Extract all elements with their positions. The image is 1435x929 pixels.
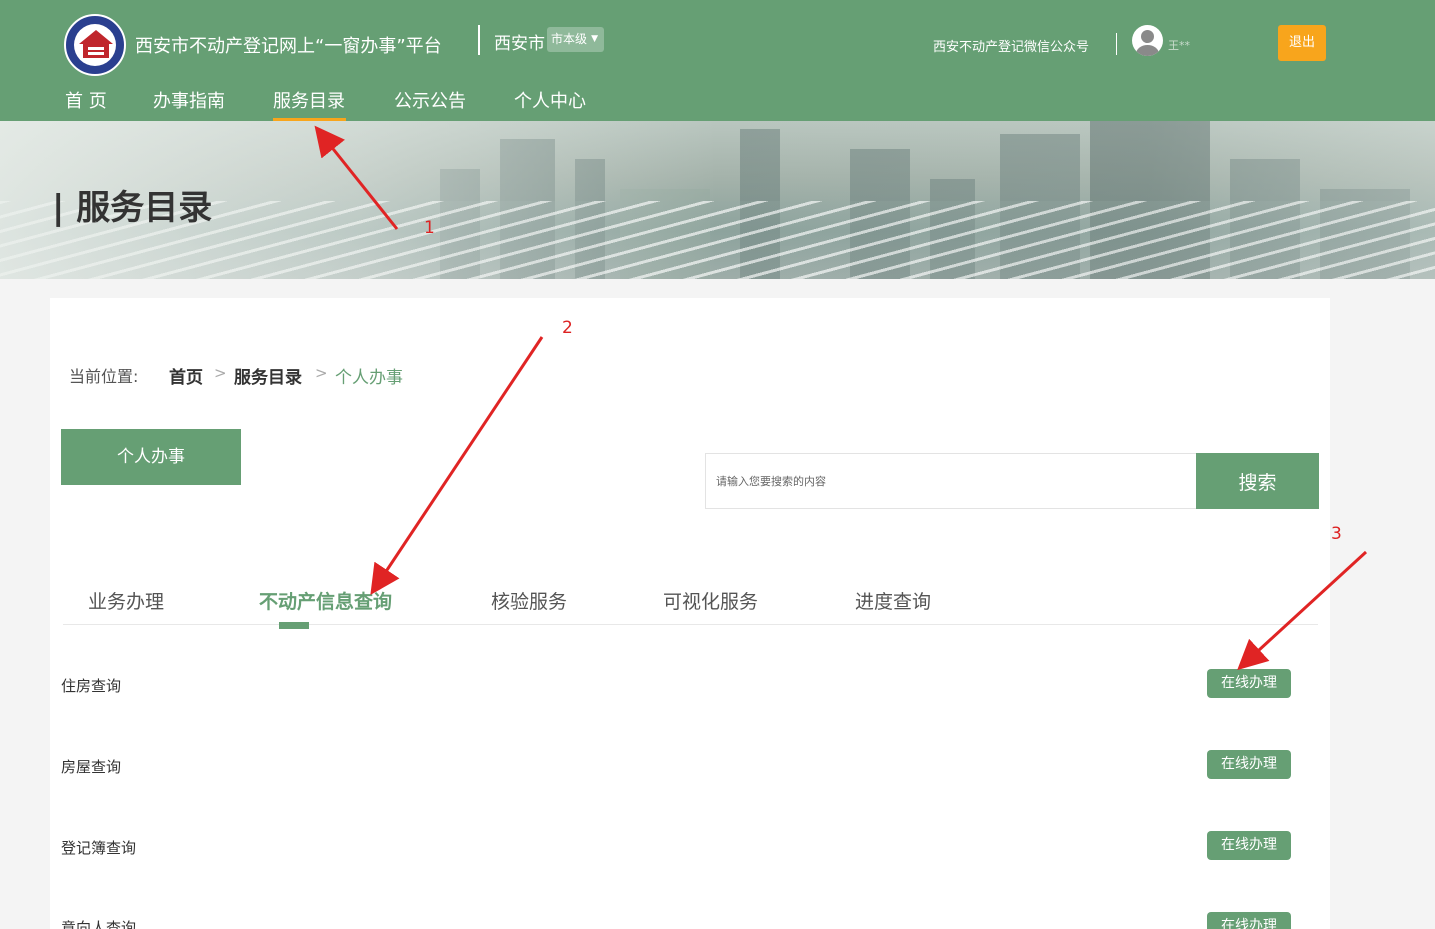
annotation-number-1: 1 <box>424 218 435 238</box>
page-title: | 服务目录 <box>52 188 213 228</box>
service-name: 房屋查询 <box>61 758 122 776</box>
annotation-number-2: 2 <box>562 318 573 338</box>
breadcrumb-label: 当前位置: <box>69 367 139 386</box>
nav-home[interactable]: 首 页 <box>65 87 107 113</box>
tab-verification[interactable]: 核验服务 <box>491 587 567 614</box>
online-handle-button[interactable]: 在线办理 <box>1207 750 1291 779</box>
city-label: 西安市 <box>494 34 545 54</box>
level-select[interactable]: 市本级 ▼ <box>547 27 604 52</box>
username[interactable]: 王** <box>1168 37 1190 53</box>
online-handle-button[interactable]: 在线办理 <box>1207 912 1291 929</box>
nav-personal-center[interactable]: 个人中心 <box>514 87 586 113</box>
service-name: 登记簿查询 <box>61 839 137 857</box>
tab-divider <box>63 624 1318 625</box>
user-avatar-icon[interactable] <box>1132 25 1163 56</box>
top-header: 西安市不动产登记网上“一窗办事”平台 西安市 市本级 ▼ 西安不动产登记微信公众… <box>0 0 1435 121</box>
registration-logo-icon[interactable] <box>64 14 126 76</box>
tab-progress[interactable]: 进度查询 <box>855 587 931 614</box>
logout-button[interactable]: 退出 <box>1278 25 1326 61</box>
breadcrumb-separator: > <box>214 364 227 382</box>
divider <box>1116 33 1117 55</box>
site-title: 西安市不动产登记网上“一窗办事”平台 <box>135 36 442 57</box>
tab-active-indicator <box>279 622 309 629</box>
service-name: 意向人查询 <box>61 919 137 929</box>
tab-property-info-query[interactable]: 不动产信息查询 <box>259 587 392 614</box>
chevron-down-icon: ▼ <box>591 34 598 44</box>
personal-affairs-button[interactable]: 个人办事 <box>61 429 241 485</box>
breadcrumb-catalog[interactable]: 服务目录 <box>234 363 302 388</box>
search-button[interactable]: 搜索 <box>1196 453 1319 509</box>
search-input[interactable] <box>705 453 1197 509</box>
service-name: 住房查询 <box>61 677 122 695</box>
annotation-number-3: 3 <box>1331 524 1342 544</box>
online-handle-button[interactable]: 在线办理 <box>1207 831 1291 860</box>
breadcrumb-separator: > <box>315 364 328 382</box>
nav-service-catalog[interactable]: 服务目录 <box>273 87 345 113</box>
nav-announcements[interactable]: 公示公告 <box>394 87 466 113</box>
tab-visualization[interactable]: 可视化服务 <box>663 587 758 614</box>
divider <box>478 25 480 55</box>
breadcrumb-home[interactable]: 首页 <box>169 363 203 388</box>
breadcrumb-current: 个人办事 <box>335 368 403 388</box>
banner-image <box>0 121 1435 279</box>
level-value: 市本级 <box>551 32 588 46</box>
wechat-account-link[interactable]: 西安不动产登记微信公众号 <box>933 36 1089 55</box>
nav-guide[interactable]: 办事指南 <box>153 87 225 113</box>
tab-business[interactable]: 业务办理 <box>88 587 164 614</box>
online-handle-button[interactable]: 在线办理 <box>1207 669 1291 698</box>
